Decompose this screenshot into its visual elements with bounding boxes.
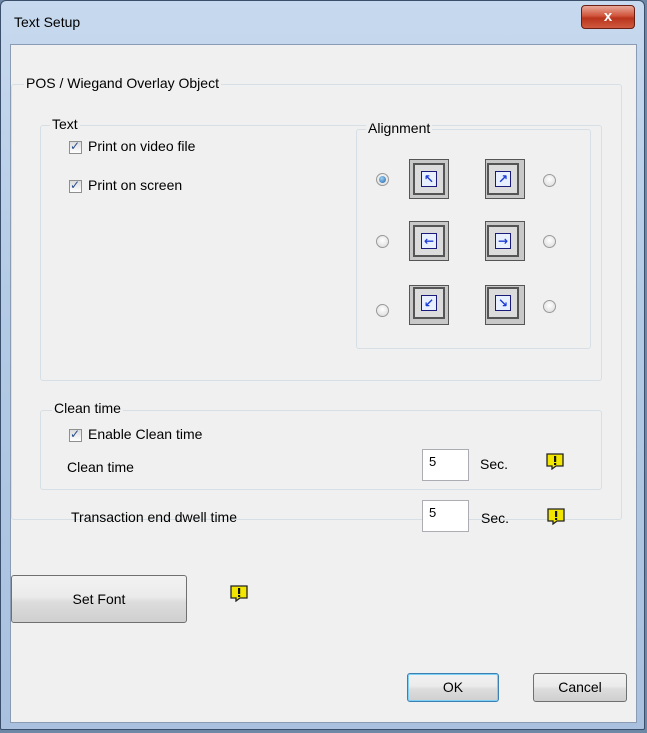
window-title: Text Setup	[14, 14, 81, 30]
set-font-button[interactable]: Set Font	[11, 575, 187, 623]
arrow-right-icon: →	[495, 233, 511, 249]
alignment-top-right-radio[interactable]	[543, 174, 556, 187]
alignment-group-label: Alignment	[366, 120, 433, 136]
arrow-down-right-icon: ↘	[495, 295, 511, 311]
clean-time-warning-icon	[546, 453, 564, 470]
alignment-middle-right-radio[interactable]	[543, 235, 556, 248]
arrow-left-icon: ←	[421, 233, 437, 249]
alignment-middle-left-radio[interactable]	[376, 235, 389, 248]
clean-time-group	[40, 410, 602, 490]
align-top-left-icon[interactable]: ↖	[409, 159, 449, 199]
enable-clean-time-checkbox[interactable]	[69, 427, 82, 442]
align-middle-right-icon[interactable]: →	[485, 221, 525, 261]
ok-button[interactable]: OK	[407, 673, 499, 702]
clean-time-group-label: Clean time	[52, 400, 123, 416]
alignment-bottom-left-radio[interactable]	[376, 304, 389, 317]
clean-time-label: Clean time	[67, 459, 134, 475]
transaction-end-dwell-time-label: Transaction end dwell time	[71, 509, 238, 525]
clean-time-input[interactable]: 5	[422, 449, 469, 481]
enable-clean-time-label[interactable]: Enable Clean time	[88, 426, 202, 442]
arrow-down-left-icon: ↙	[421, 295, 437, 311]
align-top-right-icon[interactable]: ↗	[485, 159, 525, 199]
transaction-end-warning-icon	[547, 508, 565, 525]
close-icon: x	[603, 8, 613, 25]
align-bottom-right-icon[interactable]: ↘	[485, 285, 525, 325]
arrow-up-right-icon: ↗	[495, 171, 511, 187]
transaction-end-dwell-time-input[interactable]: 5	[422, 500, 469, 532]
text-setup-window: Text Setup x POS / Wiegand Overlay Objec…	[0, 0, 645, 730]
print-on-video-file-checkbox[interactable]	[69, 139, 82, 154]
text-group-label: Text	[50, 116, 80, 132]
alignment-top-left-radio[interactable]	[376, 173, 389, 186]
align-middle-left-icon[interactable]: ←	[409, 221, 449, 261]
print-on-screen-checkbox[interactable]	[69, 178, 82, 193]
clean-time-unit: Sec.	[480, 456, 509, 472]
print-on-screen-label[interactable]: Print on screen	[88, 177, 182, 193]
align-bottom-left-icon[interactable]: ↙	[409, 285, 449, 325]
close-button[interactable]: x	[581, 5, 635, 29]
set-font-warning-icon	[230, 585, 248, 602]
arrow-up-left-icon: ↖	[421, 171, 437, 187]
pos-wiegand-overlay-group-label: POS / Wiegand Overlay Object	[24, 75, 221, 91]
dialog-client-area: POS / Wiegand Overlay Object Text Print …	[10, 44, 637, 723]
alignment-bottom-right-radio[interactable]	[543, 300, 556, 313]
print-on-video-file-label[interactable]: Print on video file	[88, 138, 195, 154]
transaction-end-dwell-time-unit: Sec.	[481, 510, 510, 526]
title-bar: Text Setup x	[1, 1, 644, 43]
cancel-button[interactable]: Cancel	[533, 673, 627, 702]
